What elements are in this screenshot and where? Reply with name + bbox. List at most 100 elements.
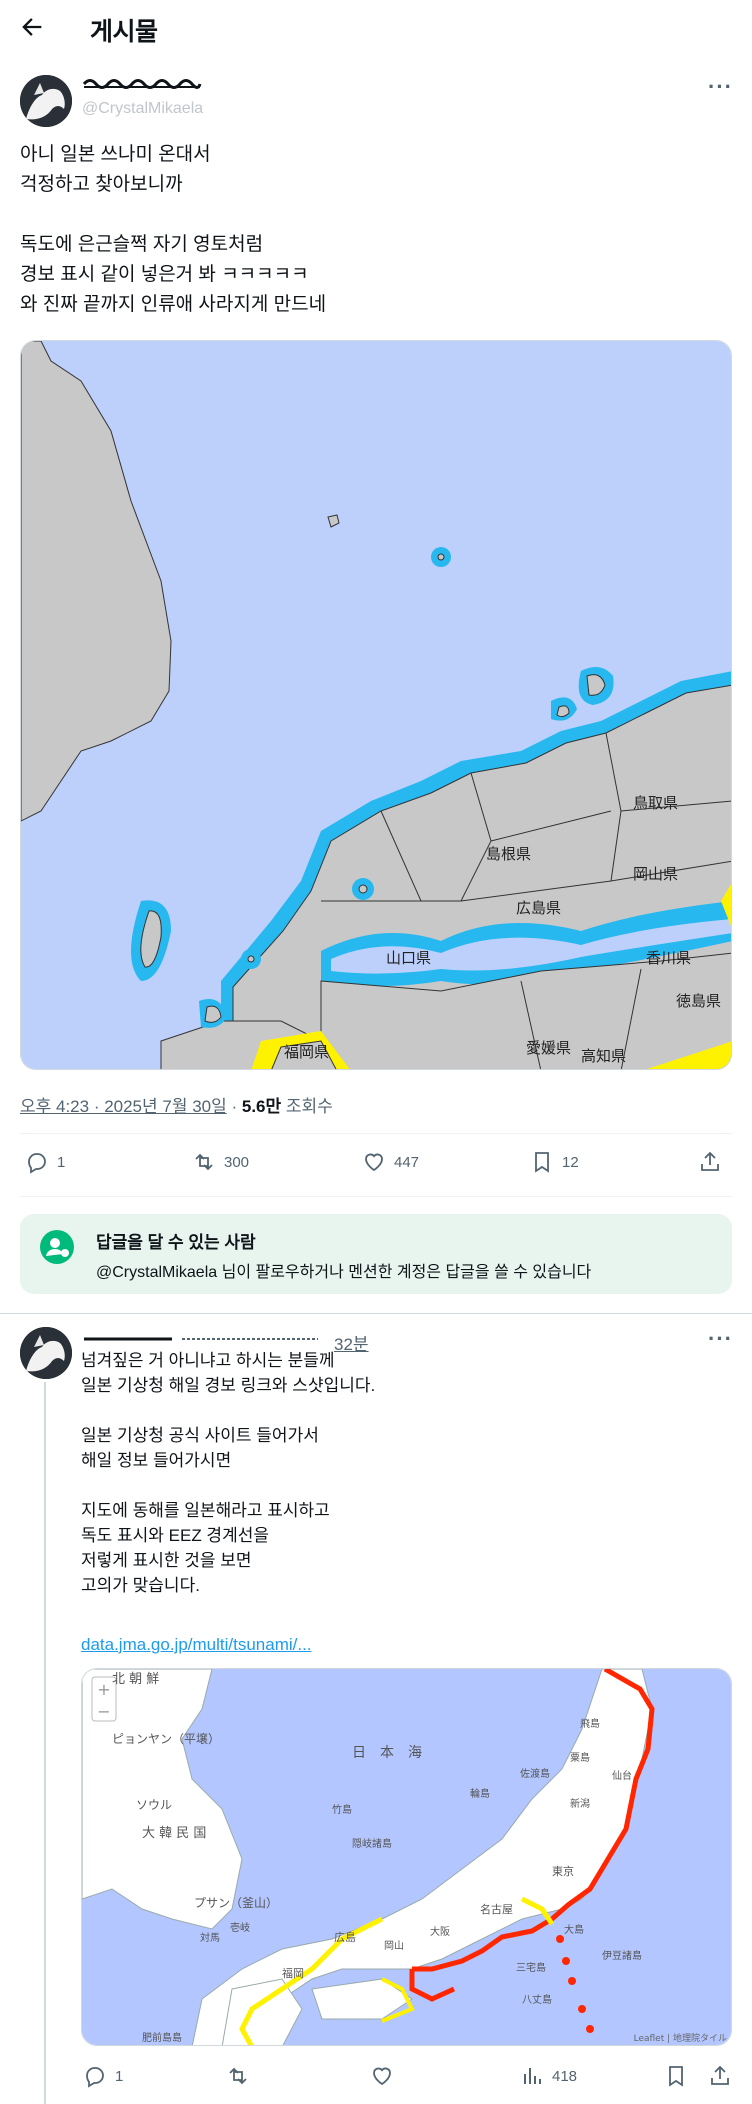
page-title: 게시물: [90, 18, 158, 46]
avatar-image-icon: [20, 1327, 72, 1379]
repost-button[interactable]: 300: [192, 1150, 249, 1174]
reply-text: 넘겨짚은 거 아니냐고 하시는 분들께 일본 기상청 해일 경보 링크와 스샷입…: [81, 1351, 376, 1595]
avatar[interactable]: [20, 75, 72, 127]
reply-views-button[interactable]: 418: [520, 2064, 577, 2088]
divider: [20, 1133, 732, 1134]
reply-reply-button[interactable]: 1: [83, 2064, 123, 2088]
map-label: 肥前島島: [142, 2031, 182, 2044]
views-label: 조회수: [285, 1097, 333, 1116]
repost-icon: [229, 2067, 247, 2085]
svg-text:徳島県: 徳島県: [676, 992, 721, 1010]
svg-text:愛媛県: 愛媛県: [526, 1039, 571, 1057]
reply-box-title: 답글을 달 수 있는 사람: [96, 1233, 256, 1252]
back-arrow-icon[interactable]: [18, 13, 46, 41]
map-label: ピョンヤン（平壌）: [112, 1732, 220, 1746]
repost-count: 300: [224, 1153, 250, 1171]
map-label: 佐渡島: [520, 1767, 550, 1780]
share-icon: [701, 1151, 719, 1171]
svg-text:山口県: 山口県: [386, 949, 431, 967]
reply-action-bar: 1 418: [20, 2064, 732, 2094]
who-can-reply-box: 답글을 달 수 있는 사람 @CrystalMikaela 님이 팔로우하거나 …: [20, 1214, 732, 1294]
section-separator: [0, 1313, 752, 1314]
map-label: 名古屋: [480, 1902, 513, 1916]
avatar-image-icon: [20, 75, 72, 127]
reply-icon: [86, 2067, 104, 2088]
reply-link[interactable]: data.jma.go.jp/multi/tsunami/...: [81, 1635, 312, 1655]
map-label: ソウル: [136, 1798, 172, 1812]
heart-icon: [365, 1153, 383, 1172]
map-label: 新潟: [570, 1797, 590, 1810]
zoom-out-button[interactable]: −: [97, 1702, 110, 1721]
reply-bookmark-button[interactable]: [664, 2064, 688, 2088]
top-bar: 게시물: [0, 0, 752, 54]
map-label: 福岡: [282, 1966, 304, 1980]
reply-icon: [28, 1153, 46, 1174]
reply-box-handle[interactable]: @CrystalMikaela: [96, 1264, 217, 1281]
map-label: 鳥取県: [633, 794, 678, 812]
reply-views-count: 418: [552, 2067, 578, 2085]
reply-count: 1: [57, 1153, 66, 1171]
reply-share-button[interactable]: [708, 2064, 732, 2088]
map-label: 竹島: [332, 1803, 352, 1816]
map-label: 大阪: [430, 1925, 450, 1938]
mention-person-icon: [40, 1230, 74, 1264]
post-action-bar: 1 300 447 12: [20, 1150, 732, 1180]
like-count: 447: [394, 1153, 420, 1171]
author-handle[interactable]: @CrystalMikaela: [82, 100, 203, 118]
share-button[interactable]: [698, 1150, 722, 1174]
reply-more-options-icon[interactable]: ···: [708, 1326, 733, 1352]
post-timestamp[interactable]: 오후 4:23 · 2025년 7월 30일: [20, 1097, 227, 1116]
author-name-scribble[interactable]: [82, 77, 202, 91]
svg-text:高知県: 高知県: [581, 1047, 626, 1065]
reply-avatar[interactable]: [20, 1327, 72, 1379]
map-label: 対馬: [200, 1931, 220, 1944]
map-label: 広島: [334, 1930, 356, 1944]
views-count: 5.6만: [241, 1097, 282, 1116]
reply-repost-button[interactable]: [226, 2064, 250, 2088]
map-label: 輪島: [470, 1787, 490, 1800]
map-label: 大 韓 民 国: [142, 1826, 206, 1841]
jma-tsunami-map: + − 北 朝 鮮 ピョンヤン（平壌） ソウル 大 韓 民 国 プサン（釜山） …: [82, 1669, 731, 2045]
bookmark-count: 12: [562, 1153, 579, 1171]
map-label: 三宅島: [516, 1961, 546, 1974]
svg-text:香川県: 香川県: [646, 949, 691, 967]
map-label: 北 朝 鮮: [112, 1672, 159, 1687]
svg-text:福岡県: 福岡県: [284, 1043, 329, 1061]
more-options-icon[interactable]: ···: [708, 74, 733, 100]
map-label: 隠岐諸島: [352, 1837, 392, 1850]
reply-reply-count: 1: [115, 2067, 124, 2085]
post-image-tsunami-map[interactable]: 鳥取県 島根県 岡山県 広島県 山口県 香川県 徳島県 福岡県 愛媛県 高知県: [20, 340, 732, 1070]
share-icon: [711, 2065, 729, 2085]
post-meta: 오후 4:23 · 2025년 7월 30일 · 5.6만 조회수: [20, 1097, 333, 1116]
analytics-icon: [524, 2068, 541, 2084]
reply-author-scribble[interactable]: [82, 1332, 322, 1346]
svg-text:岡山県: 岡山県: [633, 865, 678, 883]
post-text: 아니 일본 쓰나미 온대서 걱정하고 찾아보니까 독도에 은근슬쩍 자기 영토처…: [20, 144, 327, 315]
map-label: 仙台: [612, 1769, 632, 1782]
map-label: 八丈島: [522, 1993, 552, 2006]
reply-like-button[interactable]: [370, 2064, 394, 2088]
svg-text:島根県: 島根県: [486, 845, 531, 863]
divider: [20, 1196, 732, 1197]
map-label: 岡山: [384, 1940, 404, 1952]
thread-line: [44, 1382, 46, 2104]
reply-image-jma-map[interactable]: + − 北 朝 鮮 ピョンヤン（平壌） ソウル 大 韓 民 国 プサン（釜山） …: [81, 1668, 732, 2046]
reply-button[interactable]: 1: [25, 1150, 65, 1174]
bookmark-button[interactable]: 12: [530, 1150, 579, 1174]
map-label: 日 本 海: [352, 1745, 422, 1761]
map-label: 飛島: [580, 1717, 600, 1730]
reply-box-desc-text: 님이 팔로우하거나 멘션한 계정은 답글을 쓸 수 있습니다: [217, 1264, 592, 1281]
tsunami-warning-map: 鳥取県 島根県 岡山県 広島県 山口県 香川県 徳島県 福岡県 愛媛県 高知県: [21, 341, 731, 1069]
map-label: 壱岐: [230, 1921, 250, 1934]
reply-box-description: @CrystalMikaela 님이 팔로우하거나 멘션한 계정은 답글을 쓸 …: [96, 1258, 591, 1282]
map-label: 大島: [564, 1923, 584, 1936]
heart-icon: [373, 2067, 391, 2086]
bookmark-icon: [669, 2066, 683, 2087]
map-label: 伊豆諸島: [602, 1949, 642, 1962]
like-button[interactable]: 447: [362, 1150, 419, 1174]
zoom-in-button[interactable]: +: [97, 1680, 110, 1699]
map-attribution[interactable]: Leaflet | 地理院タイル: [634, 2032, 727, 2044]
repost-icon: [195, 1153, 213, 1171]
svg-text:広島県: 広島県: [516, 899, 561, 917]
bookmark-icon: [535, 1152, 549, 1173]
